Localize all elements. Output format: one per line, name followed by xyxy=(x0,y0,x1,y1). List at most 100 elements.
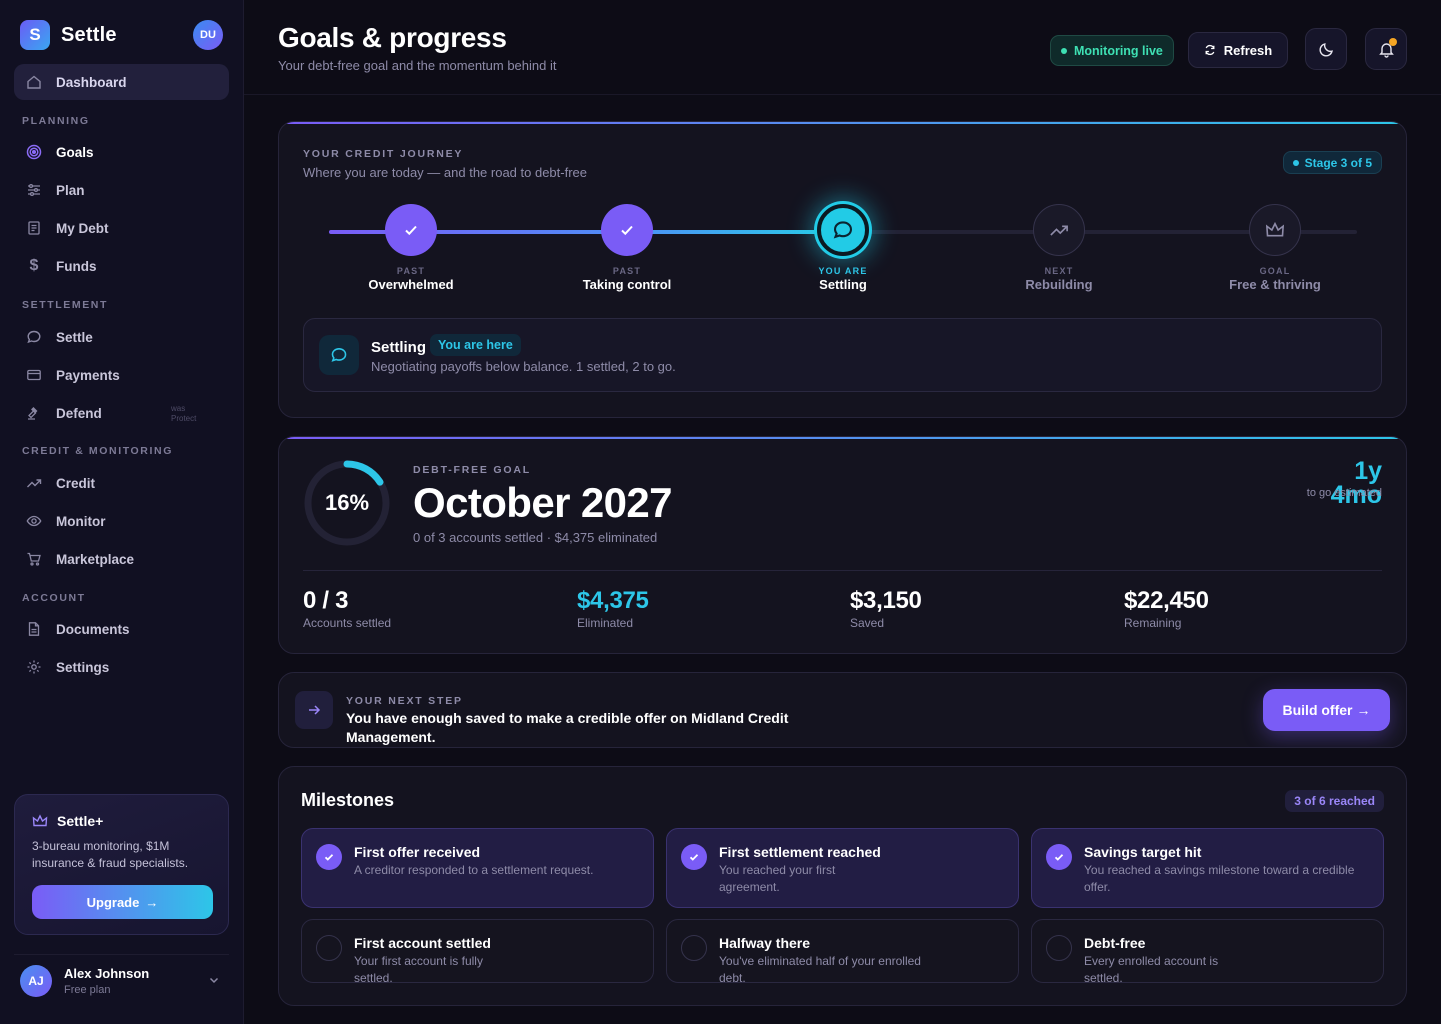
check-icon xyxy=(621,225,633,236)
divider xyxy=(303,570,1382,571)
sidebar-item-dashboard[interactable]: Dashboard xyxy=(14,64,229,100)
stat-value: $3,150 xyxy=(850,587,922,614)
sidebar-item-funds[interactable]: $ Funds xyxy=(14,248,229,284)
build-offer-button[interactable]: Build offer → xyxy=(1263,689,1390,731)
check-icon xyxy=(316,844,342,870)
check-icon xyxy=(1046,844,1072,870)
step-label: Rebuilding xyxy=(1025,277,1093,292)
gear-icon xyxy=(26,659,42,675)
milestone-card[interactable]: First offer received A creditor responde… xyxy=(301,828,654,908)
milestones-title: Milestones xyxy=(301,790,395,810)
journey-step-5[interactable] xyxy=(1249,204,1301,256)
upgrade-button[interactable]: Upgrade → xyxy=(32,885,213,919)
trending-up-icon xyxy=(26,475,42,491)
sidebar-item-goals[interactable]: Goals xyxy=(14,134,229,170)
refresh-icon xyxy=(1204,44,1216,56)
sidebar-item-credit[interactable]: Credit xyxy=(14,465,229,501)
chevron-down-icon xyxy=(208,973,220,991)
check-icon xyxy=(681,844,707,870)
milestone-name: Savings target hit xyxy=(1084,844,1202,860)
sidebar-item-settle[interactable]: Settle xyxy=(14,319,229,355)
step-kicker: YOU ARE xyxy=(818,266,868,276)
milestone-description: A creditor responded to a settlement req… xyxy=(354,863,594,877)
stat-label: Remaining xyxy=(1124,616,1182,630)
current-stage-panel: Settling You are here Negotiating payoff… xyxy=(303,318,1382,392)
milestone-card[interactable]: First account settled Your first account… xyxy=(301,919,654,983)
sidebar-item-plan[interactable]: Plan xyxy=(14,172,229,208)
stat-accounts-settled: 0 / 3 Accounts settled xyxy=(303,587,391,630)
chat-bubble-icon xyxy=(833,221,853,239)
step-label: Settling xyxy=(819,277,867,292)
sidebar-item-my-debt[interactable]: My Debt xyxy=(14,210,229,246)
brand-logo-icon: S xyxy=(20,20,50,50)
journey-step-3[interactable] xyxy=(817,204,869,256)
refresh-button[interactable]: Refresh xyxy=(1188,32,1288,68)
card-accent-line xyxy=(279,437,1406,439)
home-icon xyxy=(26,74,42,90)
sidebar-item-label: Settings xyxy=(56,659,110,675)
step-label: Free & thriving xyxy=(1229,277,1321,292)
step-kicker: NEXT xyxy=(1044,266,1074,276)
current-stage-description: Negotiating payoffs below balance. 1 set… xyxy=(371,359,676,374)
stage-badge: Stage 3 of 5 xyxy=(1282,151,1382,174)
refresh-label: Refresh xyxy=(1223,42,1273,58)
credit-card-icon xyxy=(26,367,42,383)
step-kicker: PAST xyxy=(396,266,426,276)
sidebar-item-defend[interactable]: Defend was Protect xyxy=(14,395,229,431)
progress-percent: 16% xyxy=(324,490,370,515)
gavel-icon xyxy=(26,405,42,421)
sidebar-item-monitor[interactable]: Monitor xyxy=(14,503,229,539)
notifications-button[interactable] xyxy=(1365,28,1407,70)
milestones-card: Milestones 3 of 6 reached First offer re… xyxy=(278,766,1407,1006)
target-icon xyxy=(26,144,42,160)
header-avatar[interactable]: DU xyxy=(193,20,223,50)
milestone-description: You reached your first agreement. xyxy=(719,863,836,894)
sidebar-item-label: Defend xyxy=(56,405,102,421)
sidebar-item-label: Funds xyxy=(56,258,97,274)
sidebar-item-documents[interactable]: Documents xyxy=(14,611,229,647)
sidebar-item-label: Payments xyxy=(56,367,120,383)
milestone-name: First offer received xyxy=(354,844,481,860)
goal-date: October 2027 xyxy=(413,479,673,526)
crown-icon xyxy=(1265,221,1285,237)
milestone-description: You reached a savings milestone toward a… xyxy=(1084,863,1355,894)
milestone-description: Every enrolled account is settled. xyxy=(1084,954,1219,982)
sidebar-item-marketplace[interactable]: Marketplace xyxy=(14,541,229,577)
moon-icon xyxy=(1318,41,1335,58)
user-menu[interactable]: AJ Alex Johnson Free plan xyxy=(14,954,229,1004)
page-title: Goals & progress xyxy=(278,22,507,53)
journey-step-1[interactable] xyxy=(385,204,437,256)
sliders-icon xyxy=(26,182,42,198)
journey-step-4[interactable] xyxy=(1033,204,1085,256)
journey-step-2[interactable] xyxy=(601,204,653,256)
upgrade-button-label: Upgrade xyxy=(86,894,140,910)
brand-name: Settle xyxy=(61,23,117,46)
stat-eliminated: $4,375 Eliminated xyxy=(577,587,649,630)
milestone-card[interactable]: Savings target hit You reached a savings… xyxy=(1031,828,1384,908)
promo-description: 3-bureau monitoring, $1M insurance & fra… xyxy=(32,839,189,870)
milestone-card[interactable]: Halfway there You've eliminated half of … xyxy=(666,919,1019,983)
stat-label: Accounts settled xyxy=(303,616,392,630)
stat-value: $4,375 xyxy=(577,587,649,614)
milestone-name: First account settled xyxy=(354,935,491,951)
sidebar-item-settings[interactable]: Settings xyxy=(14,649,229,685)
promo-title-text: Settle+ xyxy=(57,813,104,829)
goal-summary: 0 of 3 accounts settled · $4,375 elimina… xyxy=(413,530,658,545)
milestone-description: You've eliminated half of your enrolled … xyxy=(719,954,921,982)
milestone-card[interactable]: First settlement reached You reached you… xyxy=(666,828,1019,908)
sidebar-item-label: Documents xyxy=(56,621,130,637)
next-step-card: YOUR NEXT STEP You have enough saved to … xyxy=(278,672,1407,748)
milestone-card[interactable]: Debt-free Every enrolled account is sett… xyxy=(1031,919,1384,983)
you-are-here-badge: You are here xyxy=(430,334,521,356)
stat-label: Eliminated xyxy=(577,616,634,630)
credit-journey-card: YOUR CREDIT JOURNEY Where you are today … xyxy=(278,121,1407,418)
section-label-credit: CREDIT & MONITORING xyxy=(22,445,173,457)
sidebar-item-payments[interactable]: Payments xyxy=(14,357,229,393)
chat-bubble-icon xyxy=(319,335,359,375)
theme-toggle-button[interactable] xyxy=(1305,28,1347,70)
stage-label: Stage 3 of 5 xyxy=(1304,155,1372,170)
milestone-name: Debt-free xyxy=(1084,935,1146,951)
monitoring-status-label: Monitoring live xyxy=(1074,43,1163,58)
brand[interactable]: S Settle xyxy=(20,20,117,50)
section-label-planning: PLANNING xyxy=(22,115,90,127)
